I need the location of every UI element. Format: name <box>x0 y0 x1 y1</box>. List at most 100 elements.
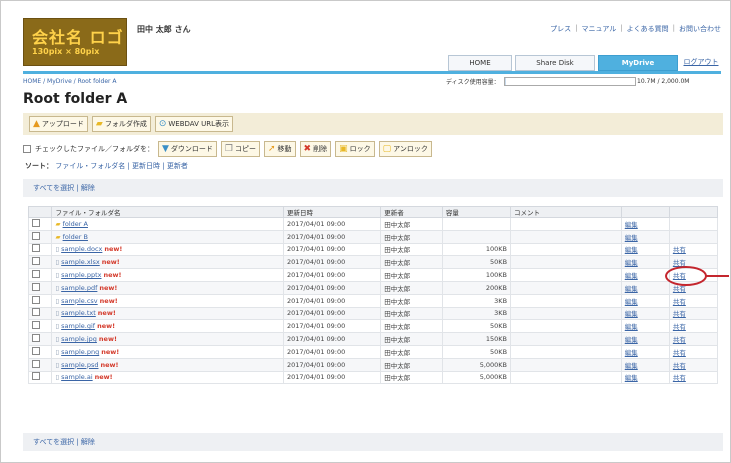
row-size <box>441 229 512 244</box>
tab-mydrive[interactable]: MyDrive <box>598 55 678 71</box>
share-link[interactable]: 共有 <box>673 374 686 382</box>
file-name-link[interactable]: sample.xlsx <box>61 258 100 266</box>
tab-home[interactable]: HOME <box>448 55 512 71</box>
row-date: 2017/04/01 09:00 <box>282 370 382 385</box>
edit-link[interactable]: 編集 <box>625 246 638 254</box>
share-link[interactable]: 共有 <box>673 246 686 254</box>
tab-share-disk[interactable]: Share Disk <box>515 55 595 71</box>
download-button[interactable]: ▼ ダウンロード <box>158 141 217 157</box>
primary-toolbar: ▲ アップロード ▰ フォルダ作成 ⊙ WEBDAV URL表示 <box>23 113 723 135</box>
edit-link[interactable]: 編集 <box>625 336 638 344</box>
top-link-contact[interactable]: お問い合わせ <box>679 24 721 34</box>
row-user: 田中太郎 <box>380 268 443 282</box>
file-name-link[interactable]: sample.pdf <box>61 284 97 292</box>
top-link-press[interactable]: プレス <box>550 24 571 34</box>
row-comment <box>510 344 622 359</box>
sort-by-name[interactable]: ファイル・フォルダ名 <box>55 162 125 170</box>
file-name-link[interactable]: sample.pptx <box>61 271 101 279</box>
row-checkbox[interactable] <box>27 357 53 372</box>
edit-link[interactable]: 編集 <box>625 298 638 306</box>
unselect-link[interactable]: 解除 <box>81 183 95 193</box>
checked-label: チェックしたファイル／フォルダを： <box>35 145 154 153</box>
file-name-link[interactable]: sample.ai <box>61 373 93 381</box>
user-name: 田中 太郎 さん <box>137 25 191 34</box>
share-callout-circle <box>665 266 707 286</box>
share-link[interactable]: 共有 <box>673 285 686 293</box>
share-link[interactable]: 共有 <box>673 362 686 370</box>
file-name-link[interactable]: sample.gif <box>61 322 95 330</box>
row-checkbox[interactable] <box>27 242 53 257</box>
row-name-cell: ▯ sample.ai new! <box>51 370 284 385</box>
top-link-manual[interactable]: マニュアル <box>581 24 616 34</box>
unselect-link-bottom[interactable]: 解除 <box>81 437 95 447</box>
file-icon: ▯ <box>55 258 60 267</box>
table-row: ▯ sample.psd new! 2017/04/01 09:00 田中太郎 5,00… <box>27 357 719 372</box>
file-name-link[interactable]: sample.csv <box>61 297 98 305</box>
file-name-link[interactable]: folder B <box>63 233 88 241</box>
capacity-bar <box>503 77 636 86</box>
row-checkbox[interactable] <box>27 306 53 321</box>
unlock-button[interactable]: ▢ アンロック <box>378 141 432 157</box>
row-date: 2017/04/01 09:00 <box>282 229 382 244</box>
app-frame: 会社名 ロゴ 130pix × 80pix 田中 太郎 さん プレス | マニュア… <box>0 0 731 463</box>
file-name-link[interactable]: sample.jpg <box>61 335 97 343</box>
share-link[interactable]: 共有 <box>673 323 686 331</box>
row-checkbox[interactable] <box>27 280 53 295</box>
top-link-faq[interactable]: よくある質問 <box>627 24 669 34</box>
row-name-cell: ▯ sample.docx new! <box>51 242 284 257</box>
new-folder-button[interactable]: ▰ フォルダ作成 <box>91 116 151 132</box>
col-edit <box>620 206 670 218</box>
delete-button[interactable]: ✖ 削除 <box>299 141 332 157</box>
edit-link[interactable]: 編集 <box>625 323 638 331</box>
upload-button[interactable]: ▲ アップロード <box>29 116 88 132</box>
webdav-url-button[interactable]: ⊙ WEBDAV URL表示 <box>154 116 234 132</box>
copy-button[interactable]: ❐ コピー <box>220 141 260 157</box>
new-badge: new! <box>100 360 119 369</box>
row-checkbox[interactable] <box>27 229 53 244</box>
share-link[interactable]: 共有 <box>673 349 686 357</box>
edit-link[interactable]: 編集 <box>625 221 638 229</box>
row-checkbox[interactable] <box>27 332 53 346</box>
row-comment <box>510 293 622 308</box>
file-name-link[interactable]: sample.txt <box>61 309 96 317</box>
breadcrumb[interactable]: HOME / MyDrive / Root folder A <box>23 78 117 85</box>
link-icon: ⊙ <box>158 118 167 129</box>
select-all-link[interactable]: すべてを選択 <box>33 183 74 193</box>
edit-link[interactable]: 編集 <box>625 272 638 280</box>
file-name-link[interactable]: sample.png <box>61 348 99 356</box>
row-checkbox[interactable] <box>27 319 53 334</box>
row-name-cell: ▯ sample.png new! <box>51 344 284 359</box>
sort-by-user[interactable]: 更新者 <box>167 162 188 170</box>
share-link[interactable]: 共有 <box>673 298 686 306</box>
share-link[interactable]: 共有 <box>673 336 686 344</box>
edit-link[interactable]: 編集 <box>625 234 638 242</box>
table-row: ▯ sample.pdf new! 2017/04/01 09:00 田中太郎 200K… <box>27 280 719 295</box>
row-checkbox[interactable] <box>27 268 53 282</box>
lock-button[interactable]: ▣ ロック <box>335 141 375 157</box>
file-name-link[interactable]: folder A <box>63 220 88 228</box>
edit-link[interactable]: 編集 <box>625 285 638 293</box>
row-checkbox[interactable] <box>27 217 53 231</box>
file-name-link[interactable]: sample.psd <box>61 361 98 369</box>
row-checkbox[interactable] <box>27 344 53 359</box>
row-checkbox[interactable] <box>27 370 53 385</box>
file-name-link[interactable]: sample.docx <box>61 245 102 253</box>
row-checkbox[interactable] <box>27 293 53 308</box>
file-icon: ▯ <box>55 373 60 382</box>
row-comment <box>510 280 622 295</box>
select-all-link-bottom[interactable]: すべてを選択 <box>33 437 74 447</box>
table-row: ▯ sample.gif new! 2017/04/01 09:00 田中太郎 50KB… <box>27 319 719 334</box>
move-button[interactable]: ➚ 移動 <box>264 141 296 157</box>
logout-link[interactable]: ログアウト <box>681 55 721 69</box>
row-checkbox[interactable] <box>27 255 53 270</box>
row-name-cell: ▰ folder B <box>51 229 284 244</box>
edit-link[interactable]: 編集 <box>625 362 638 370</box>
row-comment <box>510 370 622 385</box>
share-link[interactable]: 共有 <box>673 310 686 318</box>
row-size: 100KB <box>441 268 512 282</box>
sort-by-date[interactable]: 更新日時 <box>132 162 160 170</box>
edit-link[interactable]: 編集 <box>625 349 638 357</box>
edit-link[interactable]: 編集 <box>625 374 638 382</box>
edit-link[interactable]: 編集 <box>625 310 638 318</box>
edit-link[interactable]: 編集 <box>625 259 638 267</box>
